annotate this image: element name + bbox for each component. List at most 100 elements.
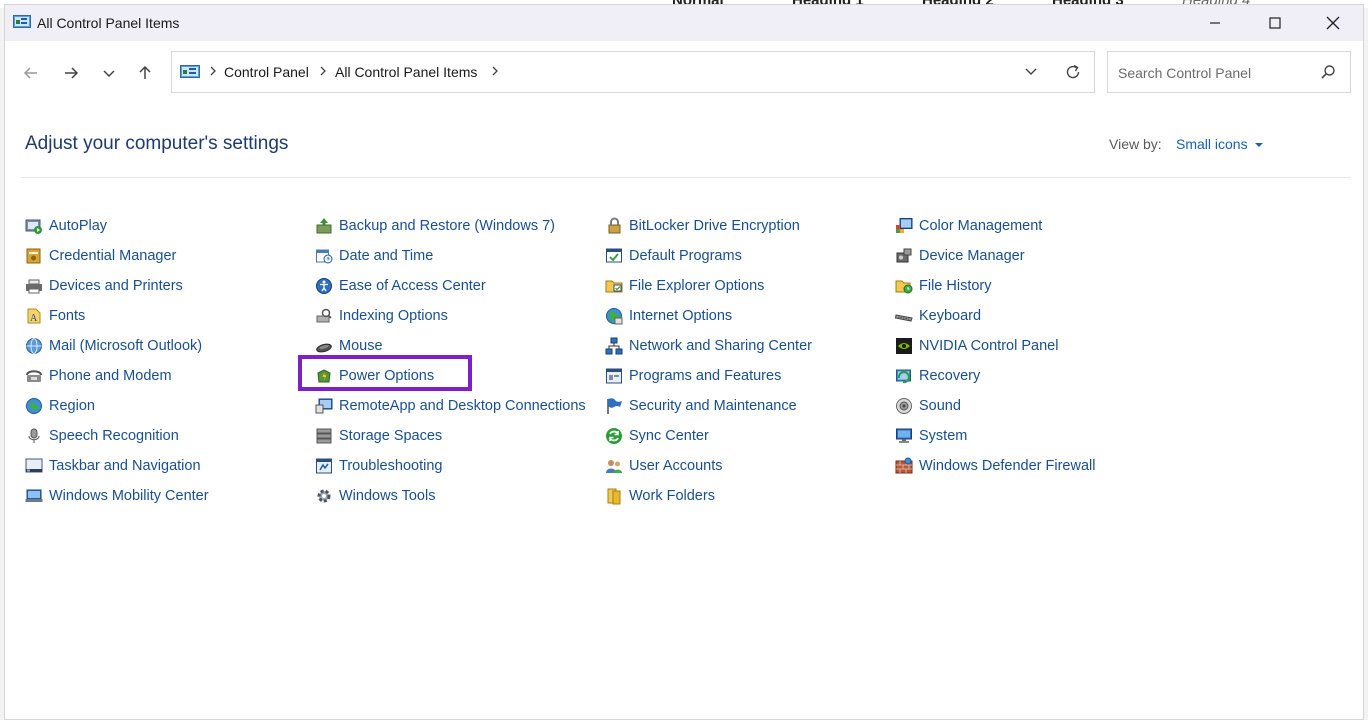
item-windows-tools[interactable]: Windows Tools bbox=[315, 481, 586, 511]
item-speech-recognition[interactable]: Speech Recognition bbox=[25, 421, 209, 451]
item-work-folders[interactable]: Work Folders bbox=[605, 481, 812, 511]
item-device-manager[interactable]: Device Manager bbox=[895, 241, 1095, 271]
mobility-center-icon bbox=[25, 489, 43, 502]
backup-icon bbox=[316, 218, 332, 234]
forward-button[interactable] bbox=[57, 59, 85, 87]
maximize-button[interactable] bbox=[1247, 5, 1303, 41]
printer-icon bbox=[26, 279, 42, 294]
item-security-and-maintenance[interactable]: Security and Maintenance bbox=[605, 391, 812, 421]
system-icon bbox=[896, 428, 912, 443]
item-internet-options[interactable]: Internet Options bbox=[605, 301, 812, 331]
close-button[interactable] bbox=[1305, 5, 1361, 41]
item-ease-of-access-center[interactable]: Ease of Access Center bbox=[315, 271, 586, 301]
bitlocker-icon bbox=[608, 217, 621, 234]
item-system[interactable]: System bbox=[895, 421, 1095, 451]
keyboard-icon bbox=[895, 314, 913, 322]
recovery-icon bbox=[896, 369, 911, 384]
close-icon bbox=[1326, 16, 1340, 30]
back-button[interactable] bbox=[17, 59, 45, 87]
item-keyboard[interactable]: Keyboard bbox=[895, 301, 1095, 331]
search-box[interactable] bbox=[1107, 51, 1351, 93]
breadcrumb-control-panel[interactable]: Control Panel bbox=[224, 64, 309, 80]
item-taskbar-and-navigation[interactable]: Taskbar and Navigation bbox=[25, 451, 209, 481]
default-programs-icon bbox=[606, 248, 622, 263]
item-sound[interactable]: Sound bbox=[895, 391, 1095, 421]
navigation-bar: Control Panel All Control Panel Items bbox=[5, 41, 1363, 103]
search-icon[interactable] bbox=[1320, 64, 1336, 85]
item-sync-center[interactable]: Sync Center bbox=[605, 421, 812, 451]
accessibility-icon bbox=[316, 278, 332, 294]
item-bitlocker[interactable]: BitLocker Drive Encryption bbox=[605, 211, 812, 241]
address-bar[interactable]: Control Panel All Control Panel Items bbox=[171, 51, 1095, 93]
item-color-management[interactable]: Color Management bbox=[895, 211, 1095, 241]
item-region[interactable]: Region bbox=[25, 391, 209, 421]
item-windows-defender-firewall[interactable]: Windows Defender Firewall bbox=[895, 451, 1095, 481]
mail-icon bbox=[26, 338, 42, 354]
storage-icon bbox=[316, 428, 332, 444]
minimize-button[interactable] bbox=[1187, 5, 1243, 41]
item-network-and-sharing-center[interactable]: Network and Sharing Center bbox=[605, 331, 812, 361]
indexing-icon bbox=[316, 308, 332, 323]
fonts-icon: A bbox=[27, 308, 41, 324]
svg-text:A: A bbox=[30, 313, 38, 324]
item-backup-and-restore[interactable]: Backup and Restore (Windows 7) bbox=[315, 211, 586, 241]
device-manager-icon bbox=[896, 248, 912, 263]
item-mouse[interactable]: Mouse bbox=[315, 331, 586, 361]
item-indexing-options[interactable]: Indexing Options bbox=[315, 301, 586, 331]
mouse-icon bbox=[316, 343, 332, 353]
chevron-right-icon[interactable] bbox=[490, 64, 500, 83]
item-credential-manager[interactable]: Credential Manager bbox=[25, 241, 209, 271]
item-phone-and-modem[interactable]: Phone and Modem bbox=[25, 361, 209, 391]
search-input[interactable] bbox=[1116, 62, 1316, 84]
autoplay-icon bbox=[25, 219, 42, 234]
divider bbox=[21, 177, 1351, 178]
speaker-icon bbox=[896, 398, 912, 414]
credential-manager-icon bbox=[26, 248, 41, 264]
up-button[interactable] bbox=[131, 59, 159, 87]
items-column-1: AutoPlay Credential Manager Devices and … bbox=[25, 211, 209, 511]
item-mail[interactable]: Mail (Microsoft Outlook) bbox=[25, 331, 209, 361]
item-date-and-time[interactable]: Date and Time bbox=[315, 241, 586, 271]
window-title: All Control Panel Items bbox=[37, 15, 180, 31]
chevron-down-icon bbox=[103, 70, 115, 78]
taskbar-icon bbox=[25, 458, 43, 473]
item-file-history[interactable]: File History bbox=[895, 271, 1095, 301]
phone-icon bbox=[26, 370, 42, 382]
content-area: Adjust your computer's settings View by:… bbox=[5, 103, 1363, 719]
item-programs-and-features[interactable]: Programs and Features bbox=[605, 361, 812, 391]
item-windows-mobility-center[interactable]: Windows Mobility Center bbox=[25, 481, 209, 511]
item-troubleshooting[interactable]: Troubleshooting bbox=[315, 451, 586, 481]
programs-and-features-icon bbox=[606, 368, 622, 384]
item-nvidia-control-panel[interactable]: NVIDIA Control Panel bbox=[895, 331, 1095, 361]
color-management-icon bbox=[896, 218, 913, 233]
power-options-icon bbox=[317, 369, 331, 383]
page-title: Adjust your computer's settings bbox=[25, 133, 289, 154]
item-storage-spaces[interactable]: Storage Spaces bbox=[315, 421, 586, 451]
item-default-programs[interactable]: Default Programs bbox=[605, 241, 812, 271]
chevron-down-icon bbox=[1025, 68, 1037, 75]
items-column-3: BitLocker Drive Encryption Default Progr… bbox=[605, 211, 812, 511]
title-bar[interactable]: All Control Panel Items bbox=[5, 5, 1363, 41]
item-file-explorer-options[interactable]: File Explorer Options bbox=[605, 271, 812, 301]
item-power-options[interactable]: Power Options bbox=[315, 361, 586, 391]
nvidia-icon bbox=[896, 338, 912, 354]
user-accounts-icon bbox=[606, 460, 622, 473]
recent-locations-button[interactable] bbox=[95, 59, 123, 87]
caret-down-icon bbox=[1255, 143, 1264, 147]
item-devices-and-printers[interactable]: Devices and Printers bbox=[25, 271, 209, 301]
item-autoplay[interactable]: AutoPlay bbox=[25, 211, 209, 241]
chevron-right-icon[interactable] bbox=[318, 64, 328, 83]
chevron-right-icon[interactable] bbox=[208, 64, 218, 83]
view-by-dropdown[interactable]: Small icons bbox=[1176, 136, 1264, 152]
minimize-icon bbox=[1210, 22, 1220, 24]
windows-tools-icon bbox=[317, 489, 331, 503]
refresh-button[interactable] bbox=[1064, 63, 1082, 86]
address-dropdown-button[interactable] bbox=[1024, 65, 1038, 84]
item-remoteapp[interactable]: RemoteApp and Desktop Connections bbox=[315, 391, 586, 421]
flag-icon bbox=[607, 398, 622, 414]
maximize-icon bbox=[1269, 17, 1281, 29]
item-fonts[interactable]: A Fonts bbox=[25, 301, 209, 331]
item-user-accounts[interactable]: User Accounts bbox=[605, 451, 812, 481]
breadcrumb-all-items[interactable]: All Control Panel Items bbox=[335, 64, 477, 80]
item-recovery[interactable]: Recovery bbox=[895, 361, 1095, 391]
